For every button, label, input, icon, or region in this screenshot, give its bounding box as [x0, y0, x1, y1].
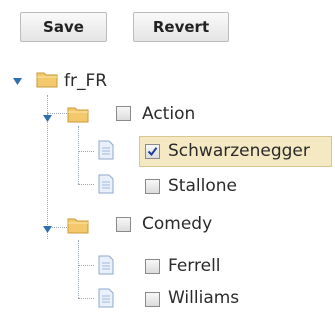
tree-node-label[interactable]: fr_FR	[64, 71, 107, 91]
tree-connector	[78, 151, 94, 152]
folder-icon	[67, 216, 89, 234]
revert-button[interactable]: Revert	[133, 12, 229, 42]
schwarzenegger-checkbox[interactable]	[145, 144, 160, 159]
action-checkbox[interactable]	[116, 106, 131, 121]
tree-connector	[78, 298, 94, 299]
tree-node-label[interactable]: Action	[142, 104, 195, 124]
document-icon	[98, 255, 114, 275]
tree-connector	[78, 265, 94, 266]
ferrell-checkbox[interactable]	[145, 259, 160, 274]
save-button[interactable]: Save	[20, 12, 107, 42]
folder-icon	[67, 105, 89, 123]
tree-node-label[interactable]: Comedy	[142, 214, 212, 234]
tree-node-label[interactable]: Stallone	[168, 176, 237, 196]
williams-checkbox[interactable]	[145, 292, 160, 307]
collapse-triangle-icon[interactable]	[41, 221, 54, 234]
tree-node-label[interactable]: Schwarzenegger	[168, 141, 310, 161]
collapse-triangle-icon[interactable]	[11, 73, 24, 86]
collapse-triangle-icon[interactable]	[41, 110, 54, 123]
document-icon	[98, 140, 114, 160]
document-icon	[98, 174, 114, 194]
folder-icon	[36, 70, 58, 88]
comedy-checkbox[interactable]	[116, 217, 131, 232]
tree-node-label[interactable]: Williams	[168, 288, 239, 308]
tree-node-label[interactable]: Ferrell	[168, 256, 221, 276]
tree-connector	[78, 240, 79, 298]
tree-connector	[78, 184, 94, 185]
stallone-checkbox[interactable]	[145, 179, 160, 194]
document-icon	[98, 288, 114, 308]
tree-connector	[78, 126, 79, 184]
